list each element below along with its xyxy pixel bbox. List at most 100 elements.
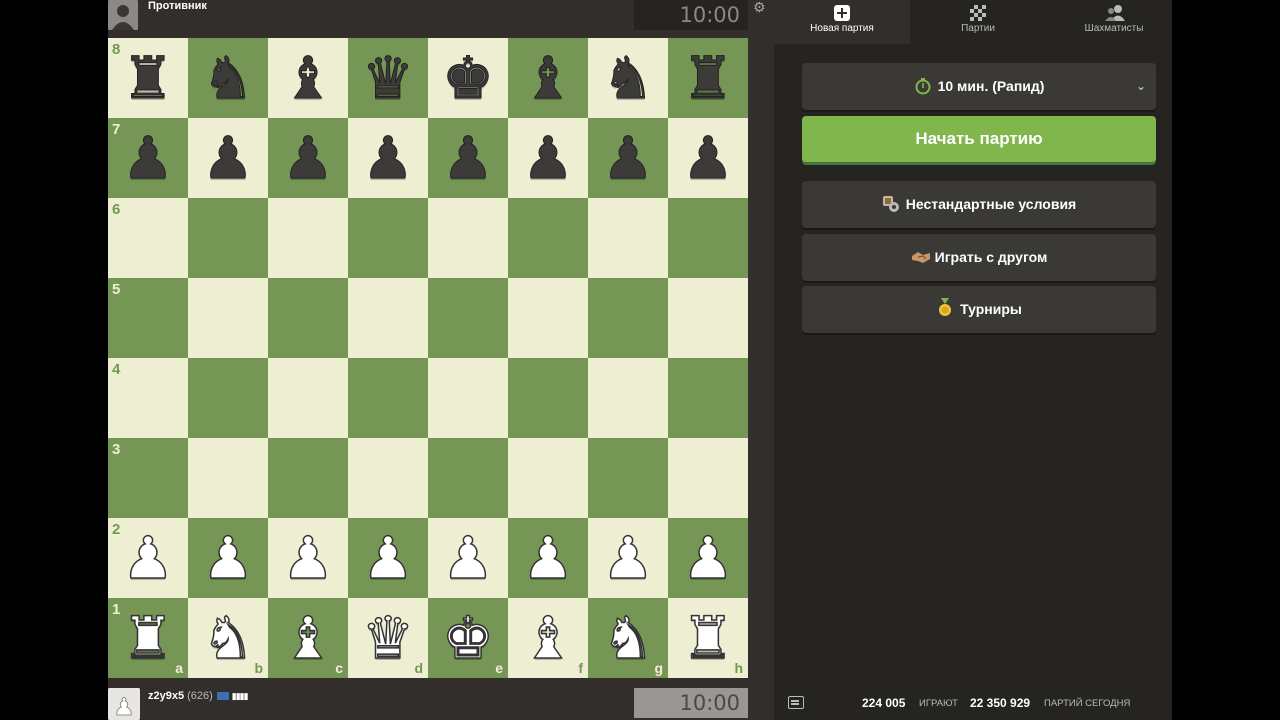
square-b8[interactable]: ♞ [188, 38, 268, 118]
square-b3[interactable] [188, 438, 268, 518]
black-pawn-piece[interactable]: ♟ [668, 118, 748, 198]
white-king-piece[interactable]: ♚ [428, 598, 508, 678]
black-rook-piece[interactable]: ♜ [108, 38, 188, 118]
square-g8[interactable]: ♞ [588, 38, 668, 118]
square-g4[interactable] [588, 358, 668, 438]
chat-icon[interactable] [788, 696, 804, 709]
square-h1[interactable]: h ♜ [668, 598, 748, 678]
tab-games[interactable]: Партии [910, 0, 1046, 44]
black-pawn-piece[interactable]: ♟ [348, 118, 428, 198]
square-d5[interactable] [348, 278, 428, 358]
white-pawn-piece[interactable]: ♟ [188, 518, 268, 598]
black-pawn-piece[interactable]: ♟ [108, 118, 188, 198]
square-f1[interactable]: f ♝ [508, 598, 588, 678]
square-a4[interactable]: 4 [108, 358, 188, 438]
black-pawn-piece[interactable]: ♟ [188, 118, 268, 198]
square-f7[interactable]: ♟ [508, 118, 588, 198]
white-pawn-piece[interactable]: ♟ [348, 518, 428, 598]
square-a2[interactable]: 2 ♟ [108, 518, 188, 598]
square-a3[interactable]: 3 [108, 438, 188, 518]
black-pawn-piece[interactable]: ♟ [268, 118, 348, 198]
white-pawn-piece[interactable]: ♟ [428, 518, 508, 598]
square-c7[interactable]: ♟ [268, 118, 348, 198]
square-h6[interactable] [668, 198, 748, 278]
white-pawn-piece[interactable]: ♟ [668, 518, 748, 598]
square-f4[interactable] [508, 358, 588, 438]
square-b4[interactable] [188, 358, 268, 438]
white-pawn-piece[interactable]: ♟ [508, 518, 588, 598]
white-rook-piece[interactable]: ♜ [108, 598, 188, 678]
tournaments-button[interactable]: Турниры [802, 286, 1156, 333]
black-pawn-piece[interactable]: ♟ [588, 118, 668, 198]
square-d6[interactable] [348, 198, 428, 278]
black-bishop-piece[interactable]: ♝ [268, 38, 348, 118]
black-knight-piece[interactable]: ♞ [588, 38, 668, 118]
square-f2[interactable]: ♟ [508, 518, 588, 598]
square-h8[interactable]: ♜ [668, 38, 748, 118]
square-e2[interactable]: ♟ [428, 518, 508, 598]
square-a5[interactable]: 5 [108, 278, 188, 358]
square-a7[interactable]: 7 ♟ [108, 118, 188, 198]
white-knight-piece[interactable]: ♞ [588, 598, 668, 678]
white-rook-piece[interactable]: ♜ [668, 598, 748, 678]
white-pawn-piece[interactable]: ♟ [588, 518, 668, 598]
square-g1[interactable]: g ♞ [588, 598, 668, 678]
black-bishop-piece[interactable]: ♝ [508, 38, 588, 118]
square-g3[interactable] [588, 438, 668, 518]
player-name[interactable]: z2y9x5 [148, 690, 184, 702]
play-friend-button[interactable]: Играть с другом [802, 234, 1156, 281]
square-d3[interactable] [348, 438, 428, 518]
square-f3[interactable] [508, 438, 588, 518]
black-rook-piece[interactable]: ♜ [668, 38, 748, 118]
square-a6[interactable]: 6 [108, 198, 188, 278]
settings-gear-icon[interactable]: ⚙ [753, 0, 769, 16]
square-e7[interactable]: ♟ [428, 118, 508, 198]
square-b1[interactable]: b ♞ [188, 598, 268, 678]
square-g2[interactable]: ♟ [588, 518, 668, 598]
time-control-select[interactable]: 10 мин. (Рапид) ⌄ [802, 63, 1156, 110]
black-pawn-piece[interactable]: ♟ [428, 118, 508, 198]
square-c1[interactable]: c ♝ [268, 598, 348, 678]
black-knight-piece[interactable]: ♞ [188, 38, 268, 118]
white-pawn-piece[interactable]: ♟ [268, 518, 348, 598]
square-d7[interactable]: ♟ [348, 118, 428, 198]
white-bishop-piece[interactable]: ♝ [268, 598, 348, 678]
chess-board[interactable]: 8 ♜ ♞ ♝ ♛ ♚ ♝ ♞ ♜ 7 ♟ ♟ ♟ ♟ ♟ ♟ ♟ ♟ 6 5 4 3 2 ♟ ♟ ♟ ♟ ♟ ♟ ♟ ♟ 1 a ♜ b ♞ c ♝ d ♛… [108, 38, 748, 678]
square-b7[interactable]: ♟ [188, 118, 268, 198]
square-c8[interactable]: ♝ [268, 38, 348, 118]
white-queen-piece[interactable]: ♛ [348, 598, 428, 678]
square-e5[interactable] [428, 278, 508, 358]
black-pawn-piece[interactable]: ♟ [508, 118, 588, 198]
square-g5[interactable] [588, 278, 668, 358]
square-b2[interactable]: ♟ [188, 518, 268, 598]
white-pawn-piece[interactable]: ♟ [108, 518, 188, 598]
square-b5[interactable] [188, 278, 268, 358]
square-c4[interactable] [268, 358, 348, 438]
square-g7[interactable]: ♟ [588, 118, 668, 198]
square-a8[interactable]: 8 ♜ [108, 38, 188, 118]
square-c5[interactable] [268, 278, 348, 358]
square-f5[interactable] [508, 278, 588, 358]
square-c2[interactable]: ♟ [268, 518, 348, 598]
white-bishop-piece[interactable]: ♝ [508, 598, 588, 678]
tab-new-game[interactable]: Новая партия [774, 0, 910, 44]
black-king-piece[interactable]: ♚ [428, 38, 508, 118]
custom-game-button[interactable]: Нестандартные условия [802, 181, 1156, 228]
square-e4[interactable] [428, 358, 508, 438]
white-knight-piece[interactable]: ♞ [188, 598, 268, 678]
start-game-button[interactable]: Начать партию [802, 116, 1156, 162]
square-e3[interactable] [428, 438, 508, 518]
square-e6[interactable] [428, 198, 508, 278]
square-h5[interactable] [668, 278, 748, 358]
square-f8[interactable]: ♝ [508, 38, 588, 118]
square-h2[interactable]: ♟ [668, 518, 748, 598]
tab-players[interactable]: Шахматисты [1046, 0, 1182, 44]
square-c6[interactable] [268, 198, 348, 278]
square-a1[interactable]: 1 a ♜ [108, 598, 188, 678]
square-b6[interactable] [188, 198, 268, 278]
square-g6[interactable] [588, 198, 668, 278]
black-queen-piece[interactable]: ♛ [348, 38, 428, 118]
square-h3[interactable] [668, 438, 748, 518]
square-e8[interactable]: ♚ [428, 38, 508, 118]
square-f6[interactable] [508, 198, 588, 278]
